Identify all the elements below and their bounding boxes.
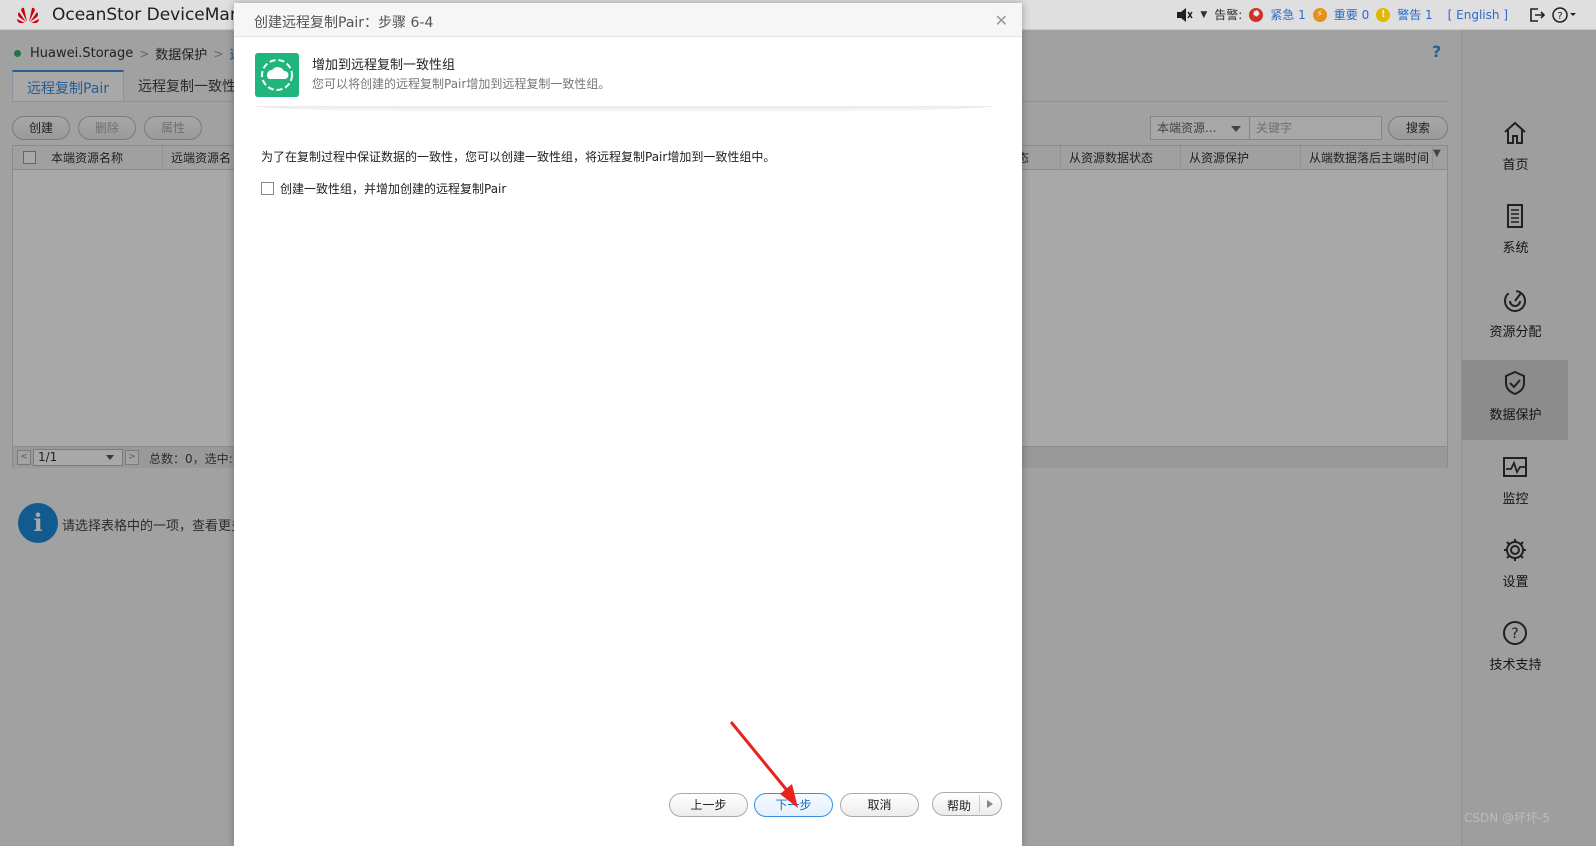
help-button-label: 帮助 <box>947 799 972 813</box>
help-expand-icon[interactable] <box>987 800 993 808</box>
step-body-text: 为了在复制过程中保证数据的一致性，您可以创建一致性组，将远程复制Pair增加到一… <box>261 150 776 164</box>
create-group-option[interactable]: 创建一致性组，并增加创建的远程复制Pair <box>261 180 506 197</box>
help-button[interactable]: 帮助 <box>932 792 1002 816</box>
close-icon[interactable]: ✕ <box>995 11 1008 30</box>
watermark: CSDN @坏坏-5 <box>1464 811 1550 825</box>
create-group-checkbox-label[interactable]: 创建一致性组，并增加创建的远程复制Pair <box>280 180 506 197</box>
step-description: 您可以将创建的远程复制Pair增加到远程复制一致性组。 <box>312 77 611 91</box>
step-title: 增加到远程复制一致性组 <box>312 58 456 73</box>
create-pair-wizard: 创建远程复制Pair：步骤 6-4 ✕ 增加到远程复制一致性组 您可以将创建的远… <box>234 3 1022 846</box>
help-button-divider <box>979 795 980 813</box>
create-group-checkbox[interactable] <box>261 182 274 195</box>
red-arrow-annotation-icon <box>729 721 798 808</box>
consistency-group-step-icon <box>255 53 299 97</box>
modal-title: 创建远程复制Pair：步骤 6-4 <box>254 15 434 31</box>
cancel-button[interactable]: 取消 <box>840 793 919 817</box>
modal-titlebar: 创建远程复制Pair：步骤 6-4 ✕ <box>234 3 1022 37</box>
step-divider <box>254 106 994 113</box>
